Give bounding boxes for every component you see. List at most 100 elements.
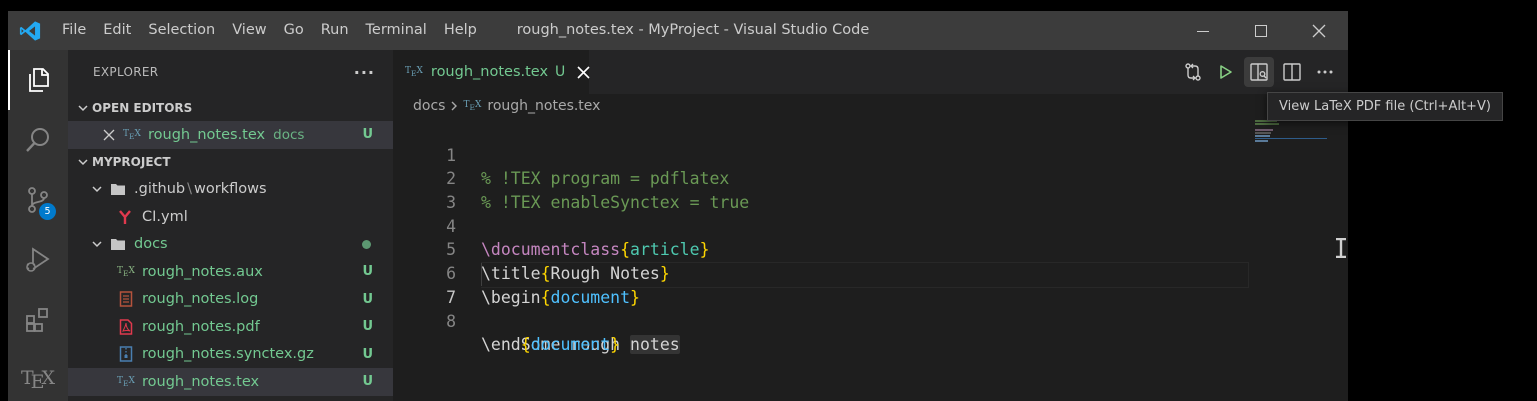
file-name: rough_notes.aux (142, 263, 263, 280)
chevron-right-icon (449, 100, 459, 112)
archive-file-icon (116, 346, 136, 362)
split-editor-button[interactable] (1277, 57, 1307, 87)
menu-run[interactable]: Run (312, 11, 357, 50)
build-latex-button[interactable] (1211, 57, 1241, 87)
close-icon (1312, 24, 1326, 37)
tab-rough-notes[interactable]: TEX rough_notes.tex U (393, 50, 590, 94)
menu-go[interactable]: Go (275, 11, 312, 50)
folder-name: workflows (194, 181, 267, 198)
menu-bar: File Edit Selection View Go Run Terminal… (52, 11, 485, 50)
code-editor[interactable]: 1 % !TEX program = pdflatex 2 % !TEX ena… (393, 120, 1348, 355)
code-line: 1 % !TEX program = pdflatex (393, 120, 1348, 189)
file-name: rough_notes.tex (142, 373, 260, 390)
breadcrumb-folder[interactable]: docs (413, 98, 445, 114)
line-number: 8 (446, 311, 456, 331)
maximize-icon (1255, 24, 1267, 37)
maximize-button[interactable] (1232, 11, 1290, 50)
open-changes-button[interactable] (1178, 57, 1208, 87)
status-badge: U (362, 291, 373, 307)
view-pdf-button[interactable] (1244, 57, 1274, 87)
run-debug-icon (26, 247, 50, 272)
activity-run-debug[interactable] (8, 230, 68, 290)
sidebar-header: EXPLORER ··· (68, 50, 393, 94)
activity-tex[interactable]: TEX (8, 350, 68, 401)
chevron-down-icon (74, 156, 92, 168)
breadcrumb-file[interactable]: rough_notes.tex (487, 98, 600, 114)
files-icon (29, 68, 49, 92)
more-actions-icon[interactable]: ··· (354, 63, 375, 82)
close-editor-icon[interactable] (102, 129, 116, 141)
open-editor-item[interactable]: TEX rough_notes.tex docs U (68, 121, 393, 149)
preview-pdf-icon (1250, 63, 1268, 81)
activity-source-control[interactable]: 5 (8, 170, 68, 230)
tex-file-icon: TEX (405, 66, 423, 78)
open-editor-desc: docs (273, 126, 305, 143)
sidebar-title: EXPLORER (93, 65, 159, 79)
code-text: \end{document} (481, 335, 621, 355)
menu-file[interactable]: File (52, 11, 95, 50)
menu-edit[interactable]: Edit (95, 11, 140, 50)
minimize-button[interactable] (1174, 11, 1232, 50)
source-control-badge: 5 (39, 203, 56, 220)
explorer-sidebar: EXPLORER ··· OPEN EDITORS TEX rough_note… (68, 50, 393, 401)
file-name: rough_notes.synctex.gz (142, 346, 314, 363)
file-name: rough_notes.pdf (142, 318, 260, 335)
menu-terminal[interactable]: Terminal (357, 11, 435, 50)
activity-explorer[interactable] (8, 50, 68, 110)
tex-file-icon: TEX (117, 375, 135, 388)
close-window-button[interactable] (1290, 11, 1348, 50)
menu-help[interactable]: Help (435, 11, 485, 50)
code-line: 4 \documentclass{article} (393, 191, 1348, 260)
code-line: 8 \end{document} (393, 286, 1348, 355)
folder-icon (108, 237, 128, 251)
open-editors-label: OPEN EDITORS (92, 100, 193, 115)
folder-docs[interactable]: docs (68, 231, 393, 259)
status-badge: U (362, 346, 373, 362)
folder-github[interactable]: .github \ workflows (68, 176, 393, 204)
file-pdf[interactable]: rough_notes.pdf U (68, 313, 393, 341)
file-log[interactable]: rough_notes.log U (68, 286, 393, 314)
ellipsis-icon (1317, 70, 1333, 74)
close-tab-icon[interactable] (577, 65, 590, 79)
tab-label: rough_notes.tex (430, 64, 549, 80)
pdf-file-icon (116, 319, 136, 335)
view-pdf-tooltip: View LaTeX PDF file (Ctrl+Alt+V) (1267, 92, 1503, 121)
chevron-down-icon (90, 183, 104, 195)
file-aux[interactable]: TEX rough_notes.aux U (68, 258, 393, 286)
tex-file-icon: TEX (463, 100, 482, 112)
code-line: 3 (393, 167, 1348, 212)
code-line: 2 % !TEX enableSynctex = true (393, 144, 1348, 212)
folder-name: docs (134, 236, 168, 253)
folder-name: .github (134, 181, 186, 198)
menu-selection[interactable]: Selection (140, 11, 224, 50)
modified-dot-icon (362, 239, 371, 249)
file-tex[interactable]: TEX rough_notes.tex U (68, 368, 393, 396)
open-editor-name: rough_notes.tex (148, 126, 266, 143)
file-ci[interactable]: CI.yml (68, 203, 393, 231)
search-icon (26, 128, 49, 152)
minimap[interactable] (1255, 120, 1335, 160)
chevron-down-icon (90, 238, 104, 250)
menu-view[interactable]: View (224, 11, 275, 50)
more-editor-actions-button[interactable] (1310, 57, 1340, 87)
activity-search[interactable] (8, 110, 68, 170)
code-line: 5 \title{Rough Notes} (393, 215, 1348, 283)
open-editors-header[interactable]: OPEN EDITORS (68, 94, 393, 121)
activity-extensions[interactable] (8, 290, 68, 350)
title-bar: File Edit Selection View Go Run Terminal… (8, 11, 1348, 50)
file-name: rough_notes.log (142, 291, 259, 308)
minimize-icon (1197, 30, 1209, 32)
file-synctex[interactable]: rough_notes.synctex.gz U (68, 341, 393, 369)
tex-icon: TEX (20, 367, 56, 393)
split-editor-icon (1283, 63, 1301, 81)
project-header[interactable]: MYPROJECT (68, 149, 393, 176)
project-label: MYPROJECT (92, 155, 171, 169)
activity-bar: 5 TEX (8, 50, 68, 401)
path-separator: \ (187, 181, 193, 198)
status-badge: U (362, 127, 373, 143)
folder-icon (108, 182, 128, 196)
file-name: CI.yml (142, 208, 188, 225)
tab-bar: TEX rough_notes.tex U (393, 50, 1348, 94)
vscode-window: File Edit Selection View Go Run Terminal… (8, 11, 1348, 401)
vscode-logo-icon[interactable] (8, 11, 52, 50)
